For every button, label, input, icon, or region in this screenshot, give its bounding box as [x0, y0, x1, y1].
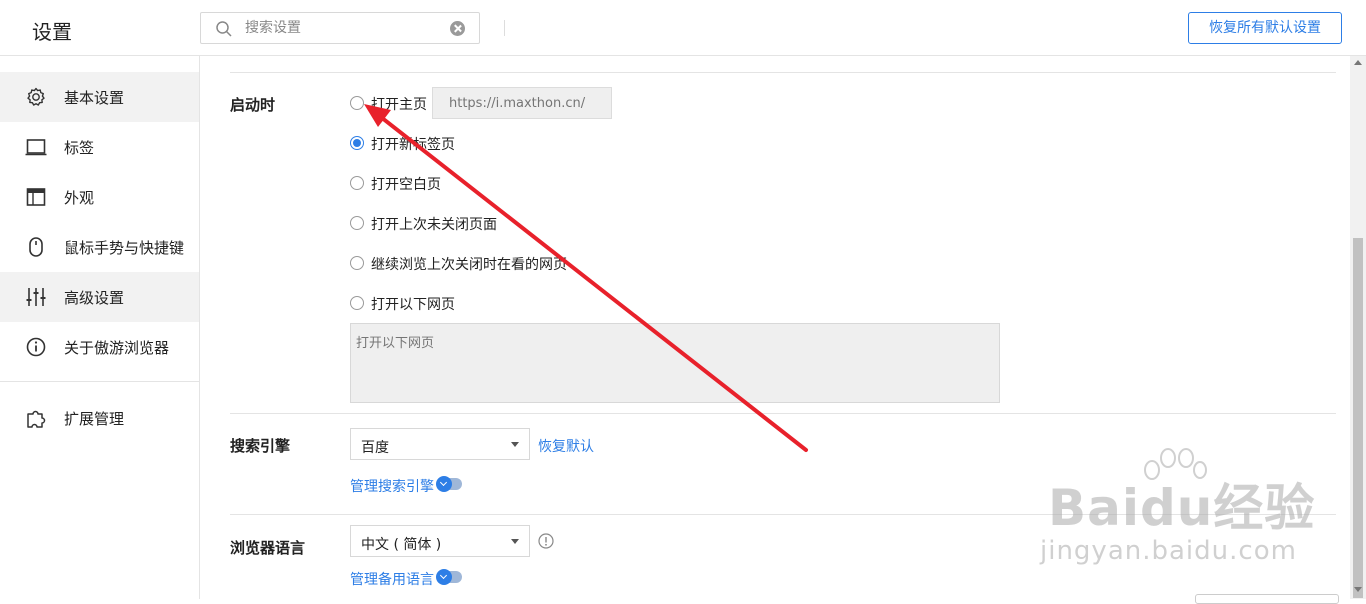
sidebar-item-label: 关于傲游浏览器: [64, 339, 170, 357]
specific-pages-textarea[interactable]: [350, 323, 1000, 403]
radio-label[interactable]: 打开空白页: [371, 174, 441, 194]
search-input[interactable]: [245, 18, 435, 38]
sidebar-item-tabs[interactable]: 标签: [0, 122, 199, 172]
manage-backup-languages-link[interactable]: 管理备用语言: [350, 569, 434, 589]
radio-label[interactable]: 打开上次未关闭页面: [371, 214, 497, 234]
select-value: 中文 ( 简体 ): [361, 537, 442, 553]
header-divider: [504, 20, 505, 36]
radio-open-new-tab[interactable]: [350, 136, 364, 150]
sidebar-item-label: 高级设置: [64, 289, 125, 307]
chevron-down-icon: [436, 476, 452, 492]
radio-restore-unclosed-pages[interactable]: [350, 216, 364, 230]
restore-all-defaults-button[interactable]: 恢复所有默认设置: [1188, 12, 1342, 44]
sidebar-item-label: 标签: [64, 139, 95, 157]
sidebar: 基本设置 标签 外观 鼠标手势与快捷键 高级设置 关于傲游浏览器 扩展管理: [0, 56, 200, 599]
select-value: 百度: [361, 440, 389, 456]
section-divider: [230, 413, 1336, 414]
restore-default-search-link[interactable]: 恢复默认: [538, 436, 594, 456]
sidebar-item-mouse-gestures[interactable]: 鼠标手势与快捷键: [0, 222, 199, 272]
sidebar-item-label: 基本设置: [64, 89, 125, 107]
sidebar-item-advanced-settings[interactable]: 高级设置: [0, 272, 199, 322]
radio-continue-last-session[interactable]: [350, 256, 364, 270]
chevron-down-icon: [511, 539, 519, 544]
language-select[interactable]: 中文 ( 简体 ): [350, 525, 530, 557]
sliders-icon: [26, 288, 46, 306]
sidebar-item-appearance[interactable]: 外观: [0, 172, 199, 222]
window-icon: [26, 188, 46, 206]
language-section-title: 浏览器语言: [230, 539, 306, 557]
sidebar-item-label: 外观: [64, 189, 95, 207]
scroll-up-icon[interactable]: [1354, 60, 1362, 65]
search-engine-select[interactable]: 百度: [350, 428, 530, 460]
radio-open-homepage[interactable]: [350, 96, 364, 110]
sidebar-divider: [0, 381, 199, 382]
tab-icon: [25, 139, 47, 156]
homepage-url-field[interactable]: [432, 87, 612, 119]
sidebar-item-basic-settings[interactable]: 基本设置: [0, 72, 199, 122]
chevron-down-icon: [511, 442, 519, 447]
radio-label[interactable]: 打开新标签页: [371, 134, 455, 154]
radio-label[interactable]: 打开以下网页: [371, 294, 455, 314]
manage-search-engines-link[interactable]: 管理搜索引擎: [350, 476, 434, 496]
radio-label[interactable]: 打开主页: [371, 94, 427, 114]
puzzle-icon: [27, 410, 46, 428]
section-divider: [230, 514, 1336, 515]
chevron-down-icon: [436, 569, 452, 585]
startup-section-title: 启动时: [230, 96, 276, 114]
mouse-icon: [29, 237, 43, 257]
radio-label[interactable]: 继续浏览上次关闭时在看的网页: [371, 254, 567, 274]
radio-open-specific-pages[interactable]: [350, 296, 364, 310]
clear-search-icon[interactable]: [450, 21, 465, 36]
expand-search-engines-toggle[interactable]: [436, 476, 462, 492]
sidebar-item-label: 扩展管理: [64, 410, 125, 428]
scroll-down-icon[interactable]: [1354, 587, 1362, 592]
search-box[interactable]: [200, 12, 480, 44]
sidebar-item-extensions[interactable]: 扩展管理: [0, 393, 199, 443]
scrollbar-thumb[interactable]: [1353, 238, 1363, 598]
vertical-scrollbar[interactable]: [1350, 56, 1366, 599]
expand-languages-toggle[interactable]: [436, 569, 462, 585]
search-engine-section-title: 搜索引擎: [230, 437, 291, 455]
settings-content: 启动时 打开主页 打开新标签页 打开空白页 打开上次未关闭页面 继续浏览上次关闭…: [200, 56, 1350, 599]
page-title: 设置: [32, 20, 72, 44]
gear-icon: [27, 87, 45, 106]
info-icon[interactable]: [538, 533, 554, 549]
sidebar-item-label: 鼠标手势与快捷键: [64, 239, 185, 257]
top-bar: 设置 恢复所有默认设置: [0, 0, 1366, 56]
partial-button[interactable]: [1195, 594, 1339, 604]
info-icon: [26, 337, 46, 357]
radio-open-blank-page[interactable]: [350, 176, 364, 190]
sidebar-item-about[interactable]: 关于傲游浏览器: [0, 322, 199, 372]
search-icon: [216, 21, 232, 37]
section-divider: [230, 72, 1336, 73]
